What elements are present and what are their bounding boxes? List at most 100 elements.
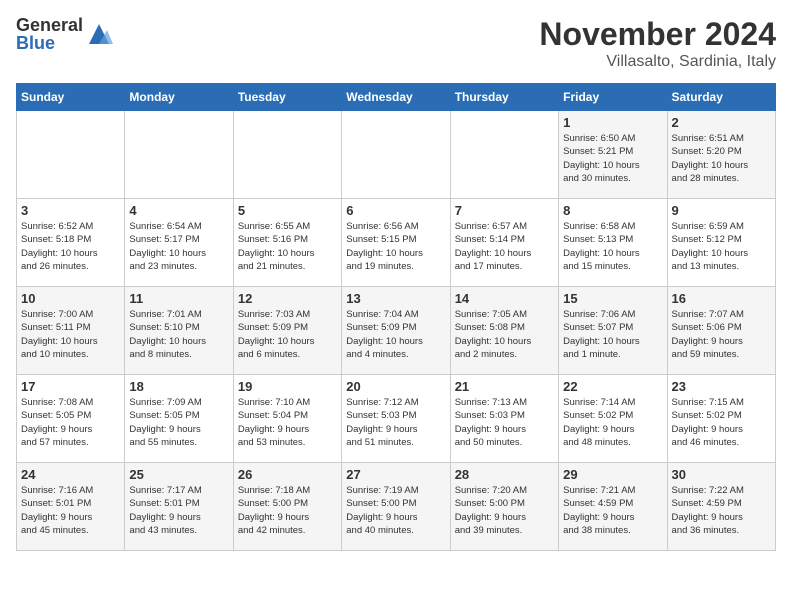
calendar-day-cell: 4Sunrise: 6:54 AM Sunset: 5:17 PM Daylig… bbox=[125, 199, 233, 287]
calendar-day-cell: 20 Sunrise: 7:12 AM Sunset: 5:03 PM Dayli… bbox=[342, 375, 450, 463]
calendar-day-cell: 22 Sunrise: 7:14 AM Sunset: 5:02 PM Dayli… bbox=[559, 375, 667, 463]
day-info: Sunrise: 7:01 AM Sunset: 5:10 PM Dayligh… bbox=[129, 308, 228, 361]
day-info: Sunrise: 7:17 AM Sunset: 5:01 PM Dayligh… bbox=[129, 484, 228, 537]
day-info: Sunrise: 7:20 AM Sunset: 5:00 PM Dayligh… bbox=[455, 484, 554, 537]
calendar-day-cell: 10Sunrise: 7:00 AM Sunset: 5:11 PM Dayli… bbox=[17, 287, 125, 375]
day-number: 12 bbox=[238, 291, 337, 306]
day-info: Sunrise: 7:13 AM Sunset: 5:03 PM Dayligh… bbox=[455, 396, 554, 449]
calendar-day-cell: 19 Sunrise: 7:10 AM Sunset: 5:04 PM Dayli… bbox=[233, 375, 341, 463]
calendar-day-cell: 30Sunrise: 7:22 AM Sunset: 4:59 PM Dayli… bbox=[667, 463, 775, 551]
day-number: 20 bbox=[346, 379, 445, 394]
calendar-table: SundayMondayTuesdayWednesdayThursdayFrid… bbox=[16, 83, 776, 551]
calendar-day-cell bbox=[233, 111, 341, 199]
day-info: Sunrise: 6:57 AM Sunset: 5:14 PM Dayligh… bbox=[455, 220, 554, 273]
calendar-day-cell bbox=[125, 111, 233, 199]
weekday-header-cell: Thursday bbox=[450, 84, 558, 111]
calendar-day-cell: 3Sunrise: 6:52 AM Sunset: 5:18 PM Daylig… bbox=[17, 199, 125, 287]
calendar-day-cell: 16 Sunrise: 7:07 AM Sunset: 5:06 PM Dayli… bbox=[667, 287, 775, 375]
day-number: 26 bbox=[238, 467, 337, 482]
day-number: 19 bbox=[238, 379, 337, 394]
day-info: Sunrise: 7:19 AM Sunset: 5:00 PM Dayligh… bbox=[346, 484, 445, 537]
location-title: Villasalto, Sardinia, Italy bbox=[539, 53, 776, 71]
weekday-header-cell: Saturday bbox=[667, 84, 775, 111]
calendar-week-row: 17 Sunrise: 7:08 AM Sunset: 5:05 PM Dayli… bbox=[17, 375, 776, 463]
logo-blue: Blue bbox=[16, 34, 83, 52]
calendar-day-cell: 8 Sunrise: 6:58 AM Sunset: 5:13 PM Daylig… bbox=[559, 199, 667, 287]
day-number: 8 bbox=[563, 203, 662, 218]
calendar-day-cell: 2 Sunrise: 6:51 AM Sunset: 5:20 PM Daylig… bbox=[667, 111, 775, 199]
page-header: General Blue November 2024 Villasalto, S… bbox=[16, 16, 776, 71]
calendar-day-cell: 26 Sunrise: 7:18 AM Sunset: 5:00 PM Dayli… bbox=[233, 463, 341, 551]
calendar-week-row: 24 Sunrise: 7:16 AM Sunset: 5:01 PM Dayli… bbox=[17, 463, 776, 551]
day-number: 4 bbox=[129, 203, 228, 218]
day-info: Sunrise: 7:05 AM Sunset: 5:08 PM Dayligh… bbox=[455, 308, 554, 361]
day-number: 9 bbox=[672, 203, 771, 218]
day-info: Sunrise: 6:50 AM Sunset: 5:21 PM Dayligh… bbox=[563, 132, 662, 185]
calendar-day-cell: 9 Sunrise: 6:59 AM Sunset: 5:12 PM Daylig… bbox=[667, 199, 775, 287]
weekday-header-cell: Sunday bbox=[17, 84, 125, 111]
day-info: Sunrise: 7:07 AM Sunset: 5:06 PM Dayligh… bbox=[672, 308, 771, 361]
calendar-day-cell bbox=[450, 111, 558, 199]
day-info: Sunrise: 7:03 AM Sunset: 5:09 PM Dayligh… bbox=[238, 308, 337, 361]
calendar-week-row: 10Sunrise: 7:00 AM Sunset: 5:11 PM Dayli… bbox=[17, 287, 776, 375]
day-number: 22 bbox=[563, 379, 662, 394]
day-info: Sunrise: 7:08 AM Sunset: 5:05 PM Dayligh… bbox=[21, 396, 120, 449]
day-number: 23 bbox=[672, 379, 771, 394]
day-number: 17 bbox=[21, 379, 120, 394]
calendar-day-cell: 25 Sunrise: 7:17 AM Sunset: 5:01 PM Dayli… bbox=[125, 463, 233, 551]
calendar-day-cell: 11 Sunrise: 7:01 AM Sunset: 5:10 PM Dayli… bbox=[125, 287, 233, 375]
day-info: Sunrise: 6:51 AM Sunset: 5:20 PM Dayligh… bbox=[672, 132, 771, 185]
day-number: 16 bbox=[672, 291, 771, 306]
calendar-day-cell: 14 Sunrise: 7:05 AM Sunset: 5:08 PM Dayli… bbox=[450, 287, 558, 375]
calendar-day-cell bbox=[17, 111, 125, 199]
day-number: 18 bbox=[129, 379, 228, 394]
day-number: 13 bbox=[346, 291, 445, 306]
day-info: Sunrise: 6:59 AM Sunset: 5:12 PM Dayligh… bbox=[672, 220, 771, 273]
calendar-day-cell: 6 Sunrise: 6:56 AM Sunset: 5:15 PM Daylig… bbox=[342, 199, 450, 287]
day-info: Sunrise: 7:12 AM Sunset: 5:03 PM Dayligh… bbox=[346, 396, 445, 449]
day-info: Sunrise: 6:58 AM Sunset: 5:13 PM Dayligh… bbox=[563, 220, 662, 273]
calendar-day-cell: 21Sunrise: 7:13 AM Sunset: 5:03 PM Dayli… bbox=[450, 375, 558, 463]
logo-icon bbox=[85, 20, 113, 48]
calendar-day-cell: 1 Sunrise: 6:50 AM Sunset: 5:21 PM Daylig… bbox=[559, 111, 667, 199]
day-info: Sunrise: 7:00 AM Sunset: 5:11 PM Dayligh… bbox=[21, 308, 120, 361]
calendar-day-cell: 15Sunrise: 7:06 AM Sunset: 5:07 PM Dayli… bbox=[559, 287, 667, 375]
day-number: 2 bbox=[672, 115, 771, 130]
day-number: 1 bbox=[563, 115, 662, 130]
day-number: 27 bbox=[346, 467, 445, 482]
day-info: Sunrise: 6:52 AM Sunset: 5:18 PM Dayligh… bbox=[21, 220, 120, 273]
day-info: Sunrise: 7:22 AM Sunset: 4:59 PM Dayligh… bbox=[672, 484, 771, 537]
month-title: November 2024 bbox=[539, 16, 776, 53]
calendar-week-row: 3Sunrise: 6:52 AM Sunset: 5:18 PM Daylig… bbox=[17, 199, 776, 287]
day-number: 14 bbox=[455, 291, 554, 306]
day-number: 28 bbox=[455, 467, 554, 482]
day-info: Sunrise: 7:16 AM Sunset: 5:01 PM Dayligh… bbox=[21, 484, 120, 537]
calendar-day-cell: 13Sunrise: 7:04 AM Sunset: 5:09 PM Dayli… bbox=[342, 287, 450, 375]
weekday-header-cell: Wednesday bbox=[342, 84, 450, 111]
weekday-header-cell: Friday bbox=[559, 84, 667, 111]
day-info: Sunrise: 7:18 AM Sunset: 5:00 PM Dayligh… bbox=[238, 484, 337, 537]
calendar-day-cell: 7 Sunrise: 6:57 AM Sunset: 5:14 PM Daylig… bbox=[450, 199, 558, 287]
day-info: Sunrise: 7:10 AM Sunset: 5:04 PM Dayligh… bbox=[238, 396, 337, 449]
calendar-day-cell bbox=[342, 111, 450, 199]
day-number: 24 bbox=[21, 467, 120, 482]
calendar-day-cell: 24 Sunrise: 7:16 AM Sunset: 5:01 PM Dayli… bbox=[17, 463, 125, 551]
day-number: 5 bbox=[238, 203, 337, 218]
weekday-header-row: SundayMondayTuesdayWednesdayThursdayFrid… bbox=[17, 84, 776, 111]
weekday-header-cell: Monday bbox=[125, 84, 233, 111]
day-number: 6 bbox=[346, 203, 445, 218]
day-number: 7 bbox=[455, 203, 554, 218]
calendar-day-cell: 17 Sunrise: 7:08 AM Sunset: 5:05 PM Dayli… bbox=[17, 375, 125, 463]
calendar-day-cell: 18Sunrise: 7:09 AM Sunset: 5:05 PM Dayli… bbox=[125, 375, 233, 463]
weekday-header-cell: Tuesday bbox=[233, 84, 341, 111]
calendar-day-cell: 28 Sunrise: 7:20 AM Sunset: 5:00 PM Dayli… bbox=[450, 463, 558, 551]
logo-general: General bbox=[16, 16, 83, 34]
day-info: Sunrise: 6:56 AM Sunset: 5:15 PM Dayligh… bbox=[346, 220, 445, 273]
day-info: Sunrise: 7:14 AM Sunset: 5:02 PM Dayligh… bbox=[563, 396, 662, 449]
day-number: 29 bbox=[563, 467, 662, 482]
day-info: Sunrise: 7:15 AM Sunset: 5:02 PM Dayligh… bbox=[672, 396, 771, 449]
day-number: 25 bbox=[129, 467, 228, 482]
day-number: 11 bbox=[129, 291, 228, 306]
calendar-day-cell: 23 Sunrise: 7:15 AM Sunset: 5:02 PM Dayli… bbox=[667, 375, 775, 463]
calendar-day-cell: 29Sunrise: 7:21 AM Sunset: 4:59 PM Dayli… bbox=[559, 463, 667, 551]
